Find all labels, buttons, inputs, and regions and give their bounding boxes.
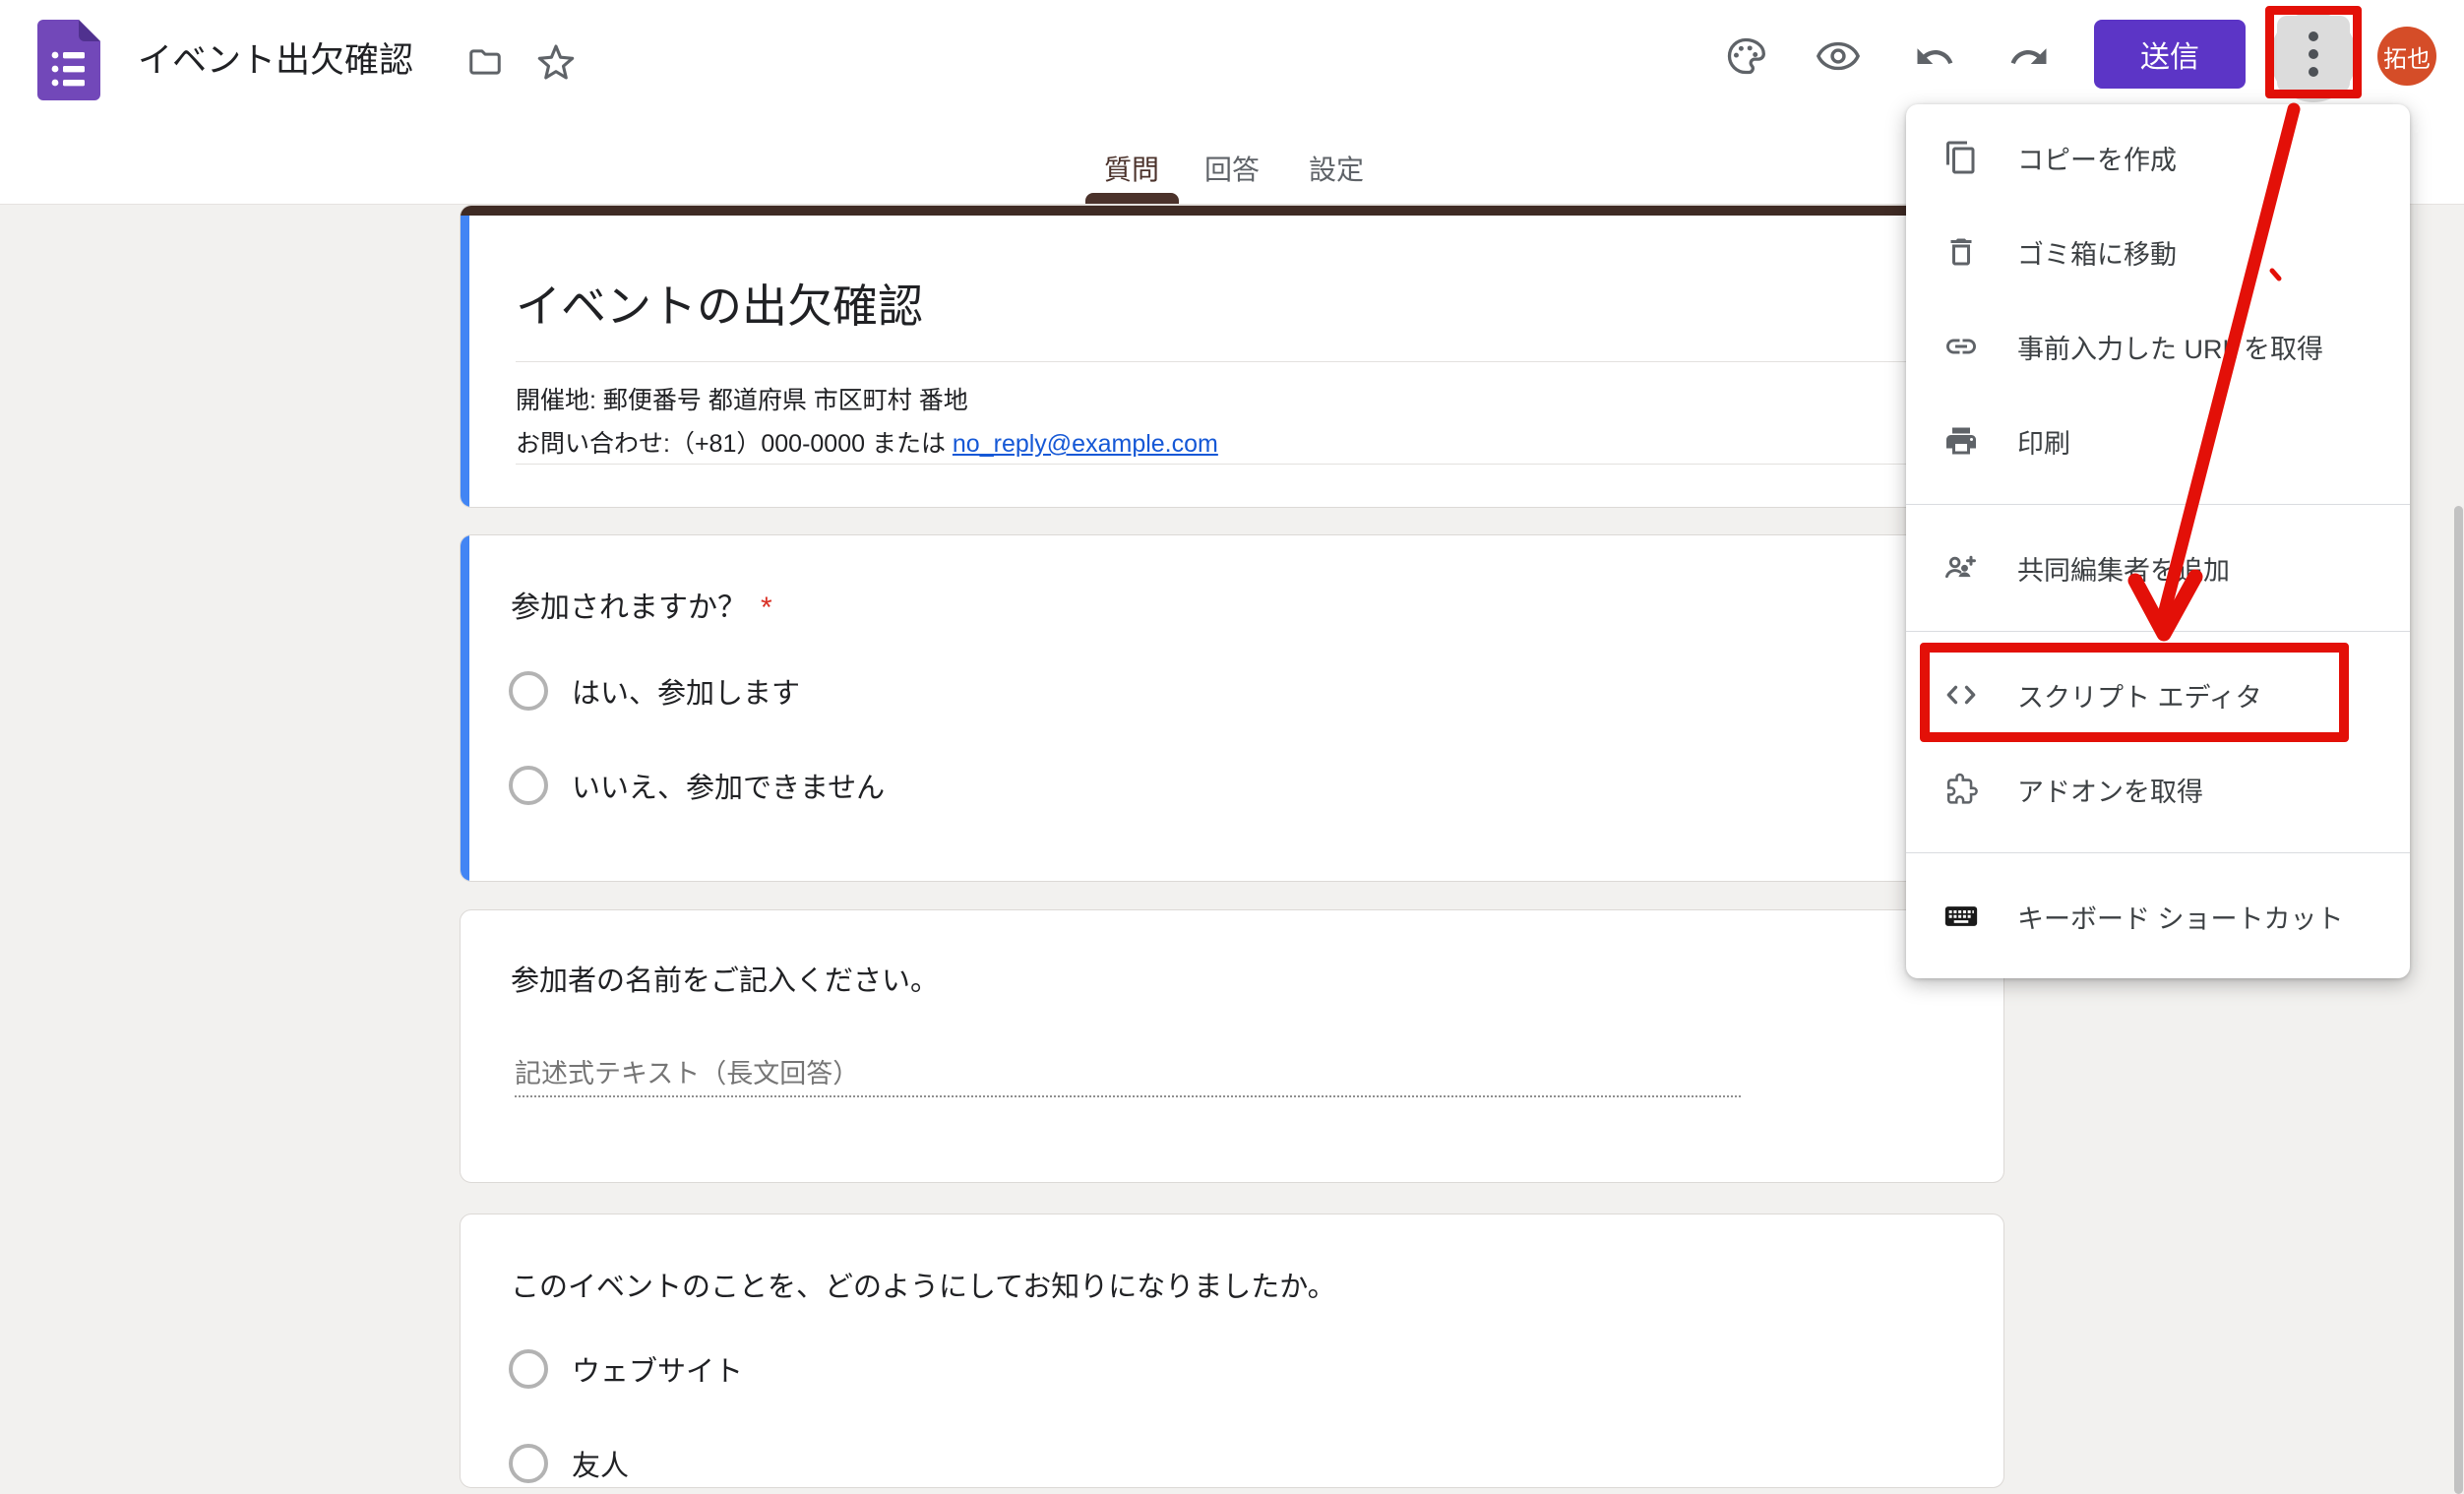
- puzzle-icon: [1941, 770, 1981, 809]
- divider: [516, 464, 1948, 465]
- answer-underline: [515, 1095, 1741, 1097]
- radio-option[interactable]: いいえ、参加できません: [509, 764, 885, 807]
- form-header-card[interactable]: イベントの出欠確認 開催地: 郵便番号 都道府県 市区町村 番地 お問い合わせ:…: [460, 205, 2004, 508]
- menu-item-move-to-trash[interactable]: ゴミ箱に移動: [1906, 205, 2410, 299]
- person-add-icon: [1941, 548, 1981, 588]
- required-asterisk: *: [761, 591, 772, 624]
- document-title[interactable]: イベント出欠確認: [138, 37, 413, 85]
- star-icon[interactable]: [533, 39, 579, 85]
- menu-divider: [1906, 852, 2410, 853]
- menu-item-get-addons[interactable]: アドオンを取得: [1906, 742, 2410, 837]
- contact-email-link[interactable]: no_reply@example.com: [953, 430, 1218, 458]
- radio-icon: [509, 766, 548, 805]
- radio-icon: [509, 1349, 548, 1389]
- keyboard-icon: [1941, 897, 1981, 936]
- selected-card-edge: [461, 535, 469, 882]
- radio-option[interactable]: 友人: [509, 1442, 629, 1485]
- kebab-icon: [2294, 23, 2333, 86]
- menu-item-get-prefilled-url[interactable]: 事前入力した URL を取得: [1906, 299, 2410, 394]
- address-line: 開催地: 郵便番号 都道府県 市区町村 番地: [516, 379, 1218, 422]
- link-icon: [1941, 327, 1981, 366]
- palette-icon[interactable]: [1724, 34, 1767, 78]
- overflow-menu: コピーを作成 ゴミ箱に移動 事前入力した URL を取得 印刷: [1906, 104, 2410, 978]
- scrollbar-thumb[interactable]: [2454, 506, 2463, 1494]
- menu-divider: [1906, 631, 2410, 632]
- menu-item-print[interactable]: 印刷: [1906, 394, 2410, 488]
- folder-icon[interactable]: [465, 42, 505, 82]
- paragraph-placeholder[interactable]: 記述式テキスト（長文回答）: [515, 1052, 859, 1090]
- tab-responses[interactable]: 回答: [1179, 148, 1285, 193]
- tab-settings[interactable]: 設定: [1283, 148, 1389, 193]
- question-title: 参加者の名前をご記入ください。: [511, 958, 939, 999]
- send-button[interactable]: 送信: [2094, 20, 2246, 89]
- radio-icon: [509, 1444, 548, 1483]
- tab-questions[interactable]: 質問: [1078, 148, 1185, 193]
- question-card-referral[interactable]: このイベントのことを、どのようにしてお知りになりましたか。 ウェブサイト 友人: [460, 1214, 2004, 1488]
- code-icon: [1941, 675, 1981, 715]
- active-tab-underline: [1085, 193, 1179, 204]
- avatar[interactable]: 拓也: [2377, 27, 2436, 86]
- radio-icon: [509, 671, 548, 711]
- forms-logo-icon[interactable]: [37, 20, 100, 100]
- menu-item-keyboard-shortcuts[interactable]: キーボード ショートカット: [1906, 869, 2410, 964]
- redo-icon[interactable]: [2007, 35, 2051, 79]
- question-title: 参加されますか？*: [511, 583, 772, 626]
- form-description[interactable]: 開催地: 郵便番号 都道府県 市区町村 番地 お問い合わせ:（+81）000-0…: [516, 379, 1218, 466]
- menu-divider: [1906, 504, 2410, 505]
- question-card-name[interactable]: 参加者の名前をご記入ください。 記述式テキスト（長文回答）: [460, 909, 2004, 1183]
- question-card-attendance[interactable]: 参加されますか？* はい、参加します いいえ、参加できません: [460, 534, 2004, 882]
- radio-option[interactable]: はい、参加します: [509, 669, 800, 713]
- trash-icon: [1941, 232, 1981, 272]
- selected-card-edge: [461, 216, 469, 508]
- copy-icon: [1941, 138, 1981, 177]
- menu-item-make-copy[interactable]: コピーを作成: [1906, 110, 2410, 205]
- divider: [516, 361, 1948, 362]
- radio-option[interactable]: ウェブサイト: [509, 1347, 743, 1391]
- question-title: このイベントのことを、どのようにしてお知りになりましたか。: [511, 1264, 1336, 1305]
- preview-eye-icon[interactable]: [1815, 33, 1862, 79]
- contact-line: お問い合わせ:（+81）000-0000 または no_reply@exampl…: [516, 422, 1218, 466]
- kebab-menu-button[interactable]: [2277, 16, 2350, 93]
- menu-item-script-editor[interactable]: スクリプト エディタ: [1906, 648, 2410, 742]
- undo-icon[interactable]: [1913, 35, 1956, 79]
- menu-item-add-collaborators[interactable]: 共同編集者を追加: [1906, 521, 2410, 615]
- theme-color-bar: [461, 206, 2003, 216]
- print-icon: [1941, 421, 1981, 461]
- form-title[interactable]: イベントの出欠確認: [516, 271, 923, 336]
